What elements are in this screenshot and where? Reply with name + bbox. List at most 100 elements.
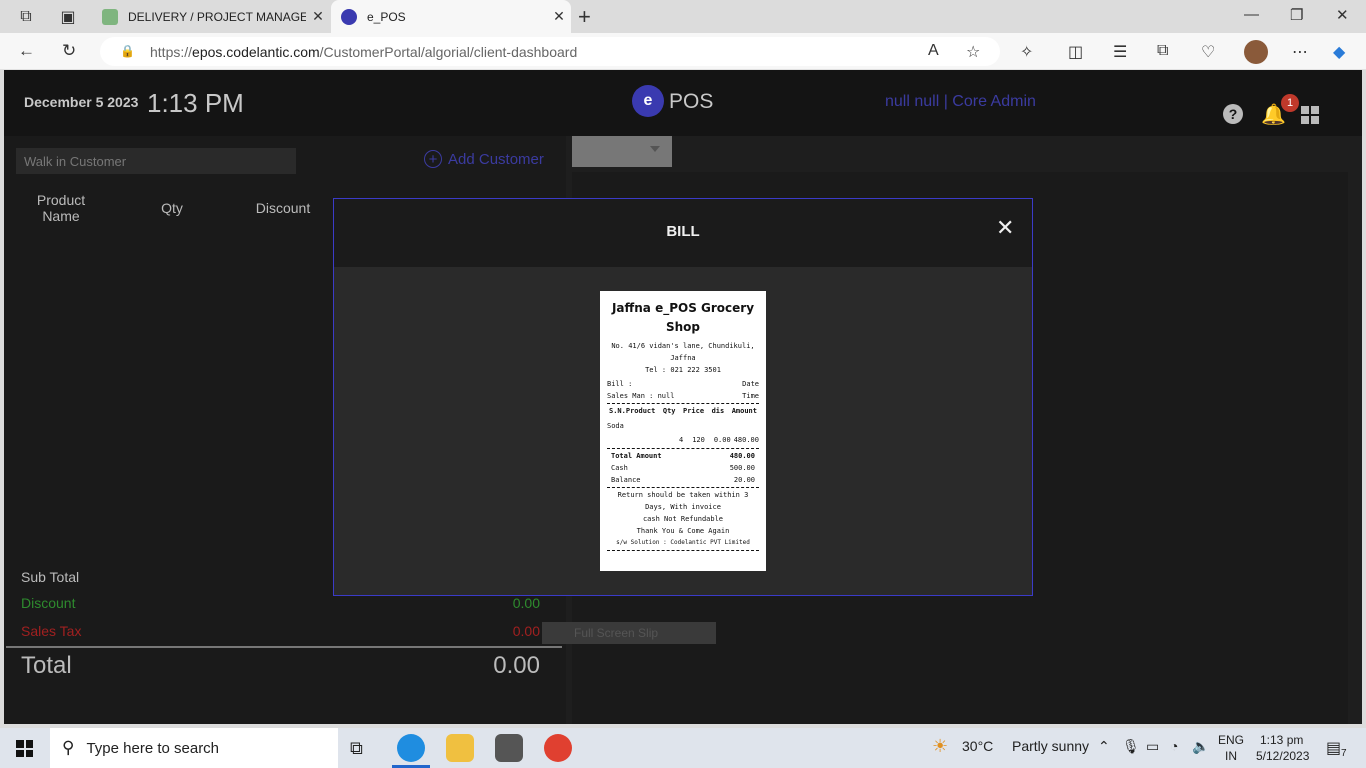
url-prefix: https:// — [150, 43, 193, 60]
refresh-icon[interactable]: ↻ — [62, 41, 76, 61]
receipt-balance-row: Balance 20.00 — [607, 474, 759, 486]
chevron-down-icon — [650, 146, 660, 152]
split-screen-icon[interactable]: ◫ — [1068, 42, 1083, 62]
balance-value: 20.00 — [733, 476, 755, 484]
bill-modal: BILL ✕ Jaffna e_POS Grocery Shop No. 41/… — [333, 198, 1033, 596]
full-screen-slip-button[interactable]: Full Screen Slip — [542, 622, 716, 644]
weather-text[interactable]: Partly sunny — [1012, 738, 1089, 754]
th-dis: dis — [711, 407, 725, 415]
receipt-bill-row: Bill : Date — [607, 378, 759, 390]
category-dropdown[interactable] — [572, 136, 672, 167]
lang-code[interactable]: ENG — [1218, 733, 1244, 747]
user-name[interactable]: null null | Core Admin — [885, 93, 1036, 111]
item-dis: 0.00 — [713, 436, 731, 444]
new-tab-button[interactable]: + — [578, 4, 591, 30]
taskbar-search-placeholder: Type here to search — [86, 739, 220, 757]
notification-badge: 1 — [1281, 94, 1299, 112]
th-sn: S.N. — [609, 407, 626, 415]
chevron-up-icon[interactable]: ⌃ — [1098, 738, 1110, 755]
profile-avatar[interactable] — [1244, 40, 1268, 64]
tab-epos[interactable]: e_POS ✕ — [331, 0, 571, 33]
more-options-icon[interactable]: ⋯ — [1292, 42, 1308, 62]
receipt-tel: Tel : 021 222 3501 — [645, 366, 721, 374]
add-customer-button[interactable]: + Add Customer — [424, 150, 544, 168]
customer-search-input[interactable] — [16, 148, 296, 174]
address-bar-row: ← ↻ 🔒 https://epos.codelantic.com/Custom… — [0, 33, 1366, 70]
receipt-footer-return: Return should be taken within 3 Days, Wi… — [617, 491, 749, 511]
weather-temp[interactable]: 30°C — [962, 738, 993, 754]
windows-start-icon[interactable] — [16, 740, 33, 757]
discount-value: 0.00 — [512, 595, 540, 611]
balance-label: Balance — [611, 476, 641, 484]
restore-icon[interactable]: ❐ — [1290, 6, 1303, 24]
plus-circle-icon: + — [424, 150, 442, 168]
total-value: 0.00 — [493, 652, 540, 679]
read-aloud-icon[interactable]: A — [928, 42, 939, 60]
modal-header: BILL ✕ — [334, 199, 1032, 267]
tab-title: DELIVERY / PROJECT MANAGEMENT — [128, 9, 306, 24]
close-icon[interactable]: ✕ — [996, 215, 1014, 241]
sales-tax-label: Sales Tax — [21, 623, 82, 639]
clock-time[interactable]: 1:13 pm — [1260, 733, 1303, 747]
tab-title: e_POS — [367, 9, 406, 24]
receipt-cash-row: Cash 500.00 — [607, 462, 759, 474]
edge-app-icon[interactable] — [397, 734, 425, 762]
copilot-icon[interactable]: ◆ — [1333, 42, 1345, 62]
close-window-icon[interactable]: ✕ — [1336, 6, 1349, 24]
workspaces-icon[interactable]: ⧉ — [16, 7, 36, 27]
taskbar-search[interactable]: ⚲ Type here to search — [50, 728, 338, 768]
notification-center-icon[interactable]: ▤ — [1326, 738, 1341, 758]
header-time: 1:13 PM — [147, 88, 244, 118]
logo-text: POS — [669, 90, 714, 113]
total-label: Total — [21, 652, 72, 679]
wifi-icon[interactable]: ◔ — [1170, 738, 1178, 754]
minimize-icon[interactable]: — — [1244, 6, 1259, 23]
receipt-salesman-row: Sales Man : null Time — [607, 390, 759, 402]
close-tab-icon[interactable]: ✕ — [547, 8, 571, 25]
th-qty: Qty — [662, 407, 676, 415]
receipt: Jaffna e_POS Grocery Shop No. 41/6 vidan… — [600, 291, 766, 571]
extensions-icon[interactable]: ✧ — [1020, 42, 1033, 62]
browser-tab-bar: ⧉ ▣ DELIVERY / PROJECT MANAGEMENT ✕ e_PO… — [0, 0, 1366, 33]
th-product: Product — [625, 407, 656, 415]
url-field[interactable]: 🔒 https://epos.codelantic.com/CustomerPo… — [100, 37, 1000, 66]
help-icon[interactable]: ? — [1223, 104, 1243, 124]
close-tab-icon[interactable]: ✕ — [306, 8, 330, 25]
favorite-star-icon[interactable]: ☆ — [966, 42, 980, 62]
receipt-salesman: Sales Man : null — [607, 392, 675, 400]
region-code[interactable]: IN — [1225, 749, 1237, 763]
clock-date[interactable]: 5/12/2023 — [1256, 749, 1309, 763]
chrome-app-icon[interactable] — [544, 734, 572, 762]
modal-title: BILL — [666, 223, 700, 240]
volume-icon[interactable]: 🔈 — [1192, 738, 1209, 755]
collections-icon[interactable]: ⧉ — [1157, 42, 1168, 60]
col-product-name: Product Name — [36, 192, 86, 224]
total-amount-label: Total Amount — [611, 452, 662, 460]
receipt-total-row: Total Amount 480.00 — [607, 450, 759, 462]
apps-grid-icon[interactable] — [1301, 106, 1319, 124]
receipt-footer-software: s/w Solution : Codelantic PVT Limited — [616, 539, 750, 546]
weather-icon[interactable]: ☀ — [932, 736, 948, 757]
performance-icon[interactable]: ♡ — [1201, 42, 1215, 62]
notification-center-count: 7 — [1341, 748, 1347, 759]
microphone-icon[interactable]: 🎙 — [1122, 738, 1140, 755]
th-amount: Amount — [731, 407, 757, 415]
task-view-icon[interactable]: ⧉ — [350, 738, 363, 759]
favorites-icon[interactable]: ☰ — [1113, 42, 1127, 62]
cash-value: 500.00 — [729, 464, 755, 472]
tab-actions-icon[interactable]: ▣ — [58, 7, 78, 27]
item-qty: 4 — [678, 436, 684, 444]
receipt-date-label: Date — [742, 380, 759, 388]
sheet-favicon-icon — [102, 8, 118, 25]
mail-app-icon[interactable] — [495, 734, 523, 762]
search-icon: ⚲ — [62, 738, 75, 757]
receipt-item-name: Soda — [607, 422, 624, 430]
url-host: epos.codelantic.com — [192, 43, 320, 60]
item-price: 120 — [692, 436, 705, 444]
receipt-footer-thanks: Thank You & Come Again — [636, 527, 730, 535]
receipt-item-row: 4 120 0.00 480.00 — [607, 433, 759, 447]
tab-delivery[interactable]: DELIVERY / PROJECT MANAGEMENT ✕ — [92, 0, 330, 33]
back-icon[interactable]: ← — [18, 41, 35, 61]
battery-icon[interactable]: ▭ — [1146, 738, 1159, 755]
file-explorer-icon[interactable] — [446, 734, 474, 762]
